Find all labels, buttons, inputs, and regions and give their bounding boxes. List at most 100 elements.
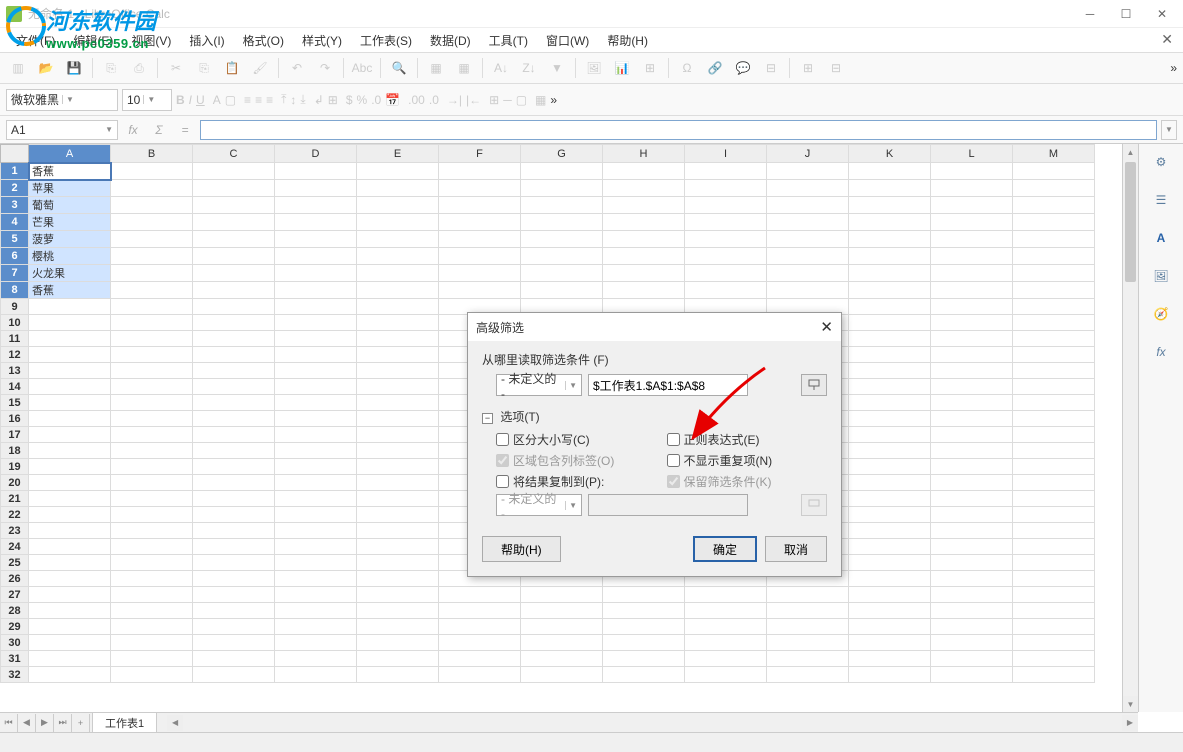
- cell[interactable]: [521, 667, 603, 683]
- row-header[interactable]: 5: [1, 231, 29, 248]
- minimize-button[interactable]: ─: [1083, 7, 1097, 21]
- row-header[interactable]: 13: [1, 363, 29, 379]
- cell[interactable]: [193, 231, 275, 248]
- cell[interactable]: [685, 635, 767, 651]
- cell[interactable]: [521, 603, 603, 619]
- cell[interactable]: [111, 427, 193, 443]
- redo-icon[interactable]: ↷: [313, 56, 337, 80]
- cell[interactable]: [603, 635, 685, 651]
- cell[interactable]: [193, 299, 275, 315]
- cell[interactable]: [521, 265, 603, 282]
- cell[interactable]: [849, 651, 931, 667]
- freeze-icon[interactable]: ⊞: [796, 56, 820, 80]
- cell[interactable]: [29, 459, 111, 475]
- cell[interactable]: [111, 459, 193, 475]
- cell[interactable]: [29, 507, 111, 523]
- cell[interactable]: [1013, 651, 1095, 667]
- cell[interactable]: [275, 395, 357, 411]
- cell[interactable]: [29, 395, 111, 411]
- cell[interactable]: [849, 214, 931, 231]
- sidebar-properties-icon[interactable]: ☰: [1147, 186, 1175, 214]
- row-icon[interactable]: ▦: [424, 56, 448, 80]
- cell[interactable]: [931, 347, 1013, 363]
- cell[interactable]: [29, 331, 111, 347]
- row-header[interactable]: 8: [1, 282, 29, 299]
- cell[interactable]: [1013, 282, 1095, 299]
- cell[interactable]: [275, 427, 357, 443]
- cell[interactable]: [931, 555, 1013, 571]
- scroll-thumb[interactable]: [1125, 162, 1136, 282]
- cell[interactable]: [1013, 427, 1095, 443]
- copy-icon[interactable]: ⎘: [192, 56, 216, 80]
- cell[interactable]: [931, 491, 1013, 507]
- cell[interactable]: [357, 347, 439, 363]
- cell[interactable]: [849, 347, 931, 363]
- column-header[interactable]: D: [275, 145, 357, 163]
- cell[interactable]: [111, 315, 193, 331]
- align-top-icon[interactable]: ⤒: [281, 92, 286, 107]
- cell[interactable]: [685, 197, 767, 214]
- cell[interactable]: [275, 651, 357, 667]
- cell[interactable]: [111, 619, 193, 635]
- cell[interactable]: [193, 603, 275, 619]
- cell[interactable]: [357, 197, 439, 214]
- options-expander-icon[interactable]: −: [482, 413, 493, 424]
- cell[interactable]: [193, 395, 275, 411]
- cell[interactable]: [849, 475, 931, 491]
- cell[interactable]: [29, 635, 111, 651]
- cell[interactable]: [193, 443, 275, 459]
- cell[interactable]: [357, 363, 439, 379]
- cell[interactable]: [1013, 539, 1095, 555]
- cell[interactable]: [931, 214, 1013, 231]
- cell[interactable]: [767, 603, 849, 619]
- sheet-tab-1[interactable]: 工作表1: [92, 712, 157, 733]
- cell[interactable]: [193, 379, 275, 395]
- cell[interactable]: [357, 523, 439, 539]
- cell[interactable]: [685, 603, 767, 619]
- cell[interactable]: [357, 282, 439, 299]
- cell[interactable]: [111, 395, 193, 411]
- cell[interactable]: [29, 347, 111, 363]
- cell[interactable]: [357, 379, 439, 395]
- cell[interactable]: [275, 163, 357, 180]
- align-right-icon[interactable]: ≡: [266, 93, 273, 107]
- cell[interactable]: [1013, 507, 1095, 523]
- italic-icon[interactable]: I: [189, 93, 192, 107]
- row-header[interactable]: 23: [1, 523, 29, 539]
- cell[interactable]: [931, 507, 1013, 523]
- menu-help[interactable]: 帮助(H): [599, 29, 656, 52]
- cell[interactable]: [111, 282, 193, 299]
- cell[interactable]: [439, 587, 521, 603]
- cell[interactable]: [357, 587, 439, 603]
- cell[interactable]: [29, 411, 111, 427]
- close-button[interactable]: ✕: [1155, 7, 1169, 21]
- sidebar-gallery-icon[interactable]: 🖼: [1147, 262, 1175, 290]
- spelling-icon[interactable]: Abc: [350, 56, 374, 80]
- cell[interactable]: [521, 587, 603, 603]
- row-header[interactable]: 17: [1, 427, 29, 443]
- cell[interactable]: [931, 248, 1013, 265]
- split-icon[interactable]: ⊟: [824, 56, 848, 80]
- cell[interactable]: [439, 197, 521, 214]
- menu-styles[interactable]: 样式(Y): [294, 29, 350, 52]
- cell[interactable]: [521, 214, 603, 231]
- cell[interactable]: [1013, 459, 1095, 475]
- menu-window[interactable]: 窗口(W): [538, 29, 597, 52]
- cell[interactable]: [1013, 231, 1095, 248]
- cell[interactable]: [275, 214, 357, 231]
- cell[interactable]: [29, 379, 111, 395]
- row-header[interactable]: 26: [1, 571, 29, 587]
- cell[interactable]: [111, 603, 193, 619]
- underline-icon[interactable]: U: [196, 93, 205, 107]
- special-char-icon[interactable]: Ω: [675, 56, 699, 80]
- borders-icon[interactable]: ⊞: [489, 93, 499, 107]
- cell[interactable]: [521, 231, 603, 248]
- cell-reference-box[interactable]: A1▼: [6, 120, 118, 140]
- row-header[interactable]: 28: [1, 603, 29, 619]
- dec-indent-icon[interactable]: |←: [466, 93, 481, 107]
- menu-sheet[interactable]: 工作表(S): [352, 29, 420, 52]
- cell[interactable]: [849, 265, 931, 282]
- cell[interactable]: [767, 197, 849, 214]
- cell[interactable]: 樱桃: [29, 248, 111, 265]
- row-header[interactable]: 20: [1, 475, 29, 491]
